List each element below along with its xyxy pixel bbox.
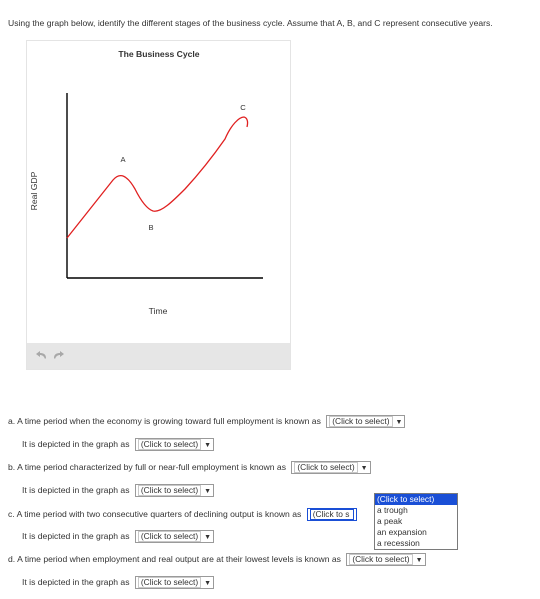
question-b-depicted-select[interactable]: (Click to select) ▼	[134, 484, 215, 497]
point-c-label: C	[240, 103, 246, 112]
y-axis-label: Real GDP	[29, 171, 39, 210]
question-a: a. A time period when the economy is gro…	[8, 415, 406, 428]
question-c: c. A time period with two consecutive qu…	[8, 508, 357, 521]
dropdown-arrow-icon: ▼	[204, 534, 212, 541]
question-a-select[interactable]: (Click to select) ▼	[326, 415, 406, 428]
question-d-select-value: (Click to select)	[349, 554, 413, 565]
question-b-select[interactable]: (Click to select) ▼	[291, 461, 371, 474]
question-c-depicted-select-value: (Click to select)	[137, 531, 202, 542]
intro-text: Using the graph below, identify the diff…	[8, 18, 493, 28]
dropdown-option[interactable]: an expansion	[375, 527, 457, 538]
question-c-select-value: (Click to s	[309, 509, 354, 520]
dropdown-option[interactable]: (Click to select)	[375, 494, 457, 505]
question-a-depicted: It is depicted in the graph as (Click to…	[22, 438, 215, 451]
question-d-depicted-select[interactable]: (Click to select) ▼	[134, 576, 215, 589]
point-b-label: B	[148, 223, 153, 232]
redo-icon[interactable]	[51, 348, 65, 362]
question-d-depicted-text: It is depicted in the graph as	[22, 576, 130, 587]
point-a-label: A	[120, 155, 126, 164]
question-d-depicted-select-value: (Click to select)	[137, 577, 202, 588]
question-b-depicted: It is depicted in the graph as (Click to…	[22, 484, 215, 497]
graph-title: The Business Cycle	[118, 49, 199, 59]
question-c-dropdown-list: (Click to select) a trough a peak an exp…	[374, 493, 458, 550]
question-d-depicted: It is depicted in the graph as (Click to…	[22, 576, 215, 589]
dropdown-option[interactable]: a trough	[375, 505, 457, 516]
graph-panel: The Business Cycle Real GDP Time A B C	[26, 40, 291, 370]
dropdown-arrow-icon: ▼	[204, 580, 212, 587]
dropdown-arrow-icon: ▼	[395, 419, 403, 426]
question-a-depicted-select-value: (Click to select)	[137, 439, 202, 450]
x-axis-label: Time	[149, 306, 168, 316]
dropdown-arrow-icon: ▼	[415, 557, 423, 564]
question-b-text: b. A time period characterized by full o…	[8, 461, 286, 472]
question-b-depicted-select-value: (Click to select)	[137, 485, 202, 496]
question-c-depicted: It is depicted in the graph as (Click to…	[22, 530, 215, 543]
dropdown-arrow-icon: ▼	[204, 488, 212, 495]
question-b: b. A time period characterized by full o…	[8, 461, 371, 474]
graph-toolbar	[27, 343, 290, 369]
question-d-select[interactable]: (Click to select) ▼	[346, 553, 426, 566]
question-a-depicted-select[interactable]: (Click to select) ▼	[134, 438, 215, 451]
business-cycle-graph: The Business Cycle Real GDP Time A B C	[29, 49, 263, 316]
question-c-select[interactable]: (Click to s	[306, 508, 357, 521]
dropdown-arrow-icon: ▼	[360, 465, 368, 472]
undo-icon[interactable]	[35, 348, 49, 362]
dropdown-arrow-icon: ▼	[204, 442, 212, 449]
question-b-depicted-text: It is depicted in the graph as	[22, 484, 130, 495]
dropdown-option[interactable]: a recession	[375, 538, 457, 549]
question-b-select-value: (Click to select)	[294, 462, 358, 473]
question-d: d. A time period when employment and rea…	[8, 553, 426, 566]
question-c-depicted-select[interactable]: (Click to select) ▼	[134, 530, 215, 543]
dropdown-option[interactable]: a peak	[375, 516, 457, 527]
question-c-depicted-text: It is depicted in the graph as	[22, 530, 130, 541]
question-a-select-value: (Click to select)	[329, 416, 393, 427]
business-cycle-curve	[66, 116, 249, 239]
question-a-depicted-text: It is depicted in the graph as	[22, 438, 130, 449]
question-a-text: a. A time period when the economy is gro…	[8, 415, 321, 426]
question-d-text: d. A time period when employment and rea…	[8, 553, 341, 564]
question-c-text: c. A time period with two consecutive qu…	[8, 508, 302, 519]
